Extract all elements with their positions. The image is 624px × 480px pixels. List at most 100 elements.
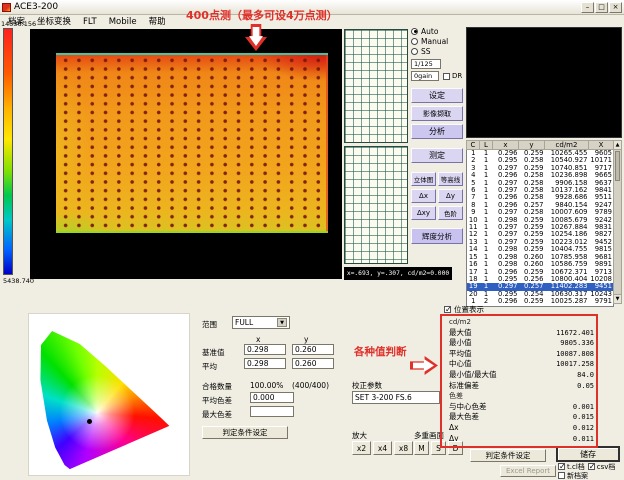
table-row[interactable]: 1810.2950.25610800.40410208 xyxy=(467,276,614,283)
table-row[interactable]: 1610.2980.26010586.7599891 xyxy=(467,261,614,268)
statistics-panel: cd/m2最大值11672.401最小值9805.336平均值10087.808… xyxy=(449,317,594,444)
capture-mode-manual[interactable]: Manual xyxy=(411,36,463,46)
scroll-down-icon[interactable]: ▼ xyxy=(614,294,621,303)
table-header-row: CLxycd/m2X xyxy=(467,141,614,150)
view-3d-button[interactable]: 立体图 xyxy=(411,172,436,186)
delta-y-button[interactable]: Δy xyxy=(438,189,463,203)
table-row[interactable]: 910.2970.25810007.6099789 xyxy=(467,209,614,216)
measurement-table[interactable]: CLxycd/m2X 110.2960.25910265.4559605210.… xyxy=(466,140,614,307)
position-display-row[interactable]: 位置表示 xyxy=(444,305,484,314)
avg-color-diff-field[interactable]: 0.000 xyxy=(250,392,294,403)
table-row[interactable]: 810.2960.2579840.1549247 xyxy=(467,202,614,209)
stat-value: 0.001 xyxy=(573,402,594,413)
column-header[interactable]: cd/m2 xyxy=(545,141,589,150)
table-row[interactable]: 410.2960.25810236.8989665 xyxy=(467,172,614,179)
delta-xy-button[interactable]: Δxy xyxy=(411,206,436,220)
menu-item[interactable]: FLT xyxy=(77,16,103,28)
white-point-marker xyxy=(87,419,92,424)
judge-condition-button-2[interactable]: 判定条件设定 xyxy=(470,449,546,462)
table-row[interactable]: 210.2950.25810540.92710171 xyxy=(467,157,614,164)
average-x-field[interactable]: 0.298 xyxy=(244,358,286,369)
table-cell: 10672.371 xyxy=(545,269,589,276)
dr-checkbox-row[interactable]: DR xyxy=(443,71,462,81)
table-row[interactable]: 610.2970.25810137.1629841 xyxy=(467,187,614,194)
file-option-checkbox[interactable] xyxy=(558,463,565,470)
max-color-diff-field[interactable] xyxy=(250,406,294,417)
delta-x-button[interactable]: Δx xyxy=(411,189,436,203)
range-select[interactable]: FULL ▼ xyxy=(232,316,290,329)
multi-view-s-button[interactable]: S xyxy=(431,441,446,455)
table-cell: 1 xyxy=(480,231,493,238)
radio-icon xyxy=(411,28,418,35)
close-button[interactable]: × xyxy=(609,2,622,13)
table-row[interactable]: 710.2960.2589928.6869511 xyxy=(467,194,614,201)
table-row[interactable]: 310.2970.25910740.8519717 xyxy=(467,165,614,172)
contour-button[interactable]: 等高线 xyxy=(438,172,463,186)
table-row[interactable]: 1210.2970.25910254.1869827 xyxy=(467,231,614,238)
dr-checkbox[interactable] xyxy=(443,73,450,80)
file-option-checkbox[interactable] xyxy=(558,472,565,479)
table-cell: 9247 xyxy=(589,202,614,209)
column-header[interactable]: y xyxy=(519,141,545,150)
shutter-field[interactable]: 1/125 xyxy=(411,59,441,69)
multi-view-d-button[interactable]: D xyxy=(448,441,463,455)
save-button[interactable]: 储存 xyxy=(556,446,620,462)
scroll-thumb[interactable] xyxy=(615,151,620,181)
zoom-x4-button[interactable]: x4 xyxy=(373,441,392,455)
table-row[interactable]: 1310.2970.25910223.0129452 xyxy=(467,239,614,246)
scroll-up-icon[interactable]: ▲ xyxy=(614,141,621,150)
column-header[interactable]: x xyxy=(493,141,519,150)
column-header[interactable]: L xyxy=(480,141,493,150)
analyze-button[interactable]: 分析 xyxy=(411,124,463,139)
column-header[interactable]: X xyxy=(589,141,614,150)
multi-view-m-button[interactable]: M xyxy=(414,441,429,455)
judge-condition-button[interactable]: 判定条件设定 xyxy=(202,426,288,439)
average-y-field[interactable]: 0.260 xyxy=(292,358,334,369)
table-row[interactable]: 2010.2950.25410630.31710243 xyxy=(467,291,614,298)
stat-row: 最大色差0.015 xyxy=(449,412,594,423)
image-capture-button[interactable]: 影像撷取 xyxy=(411,106,463,121)
column-x-label: x xyxy=(256,335,260,344)
table-cell: 17 xyxy=(467,269,480,276)
table-row[interactable]: 1510.2980.26010785.9589681 xyxy=(467,254,614,261)
stat-label: 平均值 xyxy=(449,349,472,360)
table-row[interactable]: 1010.2980.25910085.6799242 xyxy=(467,217,614,224)
table-row[interactable]: 1910.2970.25711402.2839451 xyxy=(467,283,614,290)
luminance-analysis-button[interactable]: 辉度分析 xyxy=(411,228,463,244)
table-row[interactable]: 510.2970.2589906.1589637 xyxy=(467,180,614,187)
menu-item[interactable]: 帮助 xyxy=(143,16,172,28)
color-levels-button[interactable]: 色阶 xyxy=(438,206,463,220)
profile-grid-top xyxy=(344,29,408,143)
minimize-button[interactable]: – xyxy=(581,2,594,13)
table-row[interactable]: 1410.2980.25910404.7559815 xyxy=(467,246,614,253)
table-row[interactable]: 1710.2960.25910672.3719713 xyxy=(467,269,614,276)
file-option-checkbox[interactable] xyxy=(588,463,595,470)
table-row[interactable]: 1110.2970.25910267.8849831 xyxy=(467,224,614,231)
table-cell: 1 xyxy=(480,276,493,283)
maximize-button[interactable]: □ xyxy=(595,2,608,13)
table-scrollbar[interactable]: ▲ ▼ xyxy=(613,140,622,304)
chevron-down-icon[interactable]: ▼ xyxy=(277,318,287,327)
reference-x-field[interactable]: 0.298 xyxy=(244,344,286,355)
table-row[interactable]: 110.2960.25910265.4559605 xyxy=(467,150,614,158)
table-cell: 1 xyxy=(480,291,493,298)
zoom-x8-button[interactable]: x8 xyxy=(394,441,413,455)
range-value: FULL xyxy=(235,317,253,328)
gain-field[interactable]: 0gain xyxy=(411,71,439,81)
calibration-value-field[interactable]: SET 3-200 FS.6 xyxy=(352,391,440,404)
column-header[interactable]: C xyxy=(467,141,480,150)
capture-mode-ss[interactable]: SS xyxy=(411,46,463,56)
position-display-checkbox[interactable] xyxy=(444,306,451,313)
file-option-新档案[interactable]: 新档案 xyxy=(558,471,588,480)
table-row[interactable]: 120.2960.25910025.2879791 xyxy=(467,298,614,306)
menu-item[interactable]: Mobile xyxy=(103,16,143,28)
reference-y-field[interactable]: 0.260 xyxy=(292,344,334,355)
menu-item[interactable]: 坐标变换 xyxy=(31,16,77,28)
table-cell: 9713 xyxy=(589,269,614,276)
file-option-csv档[interactable]: csv档 xyxy=(588,462,616,471)
zoom-x2-button[interactable]: x2 xyxy=(352,441,371,455)
measure-button[interactable]: 测定 xyxy=(411,148,463,163)
capture-mode-auto[interactable]: Auto xyxy=(411,26,463,36)
settings-button[interactable]: 设定 xyxy=(411,88,463,103)
luminance-map-display[interactable] xyxy=(30,29,342,279)
